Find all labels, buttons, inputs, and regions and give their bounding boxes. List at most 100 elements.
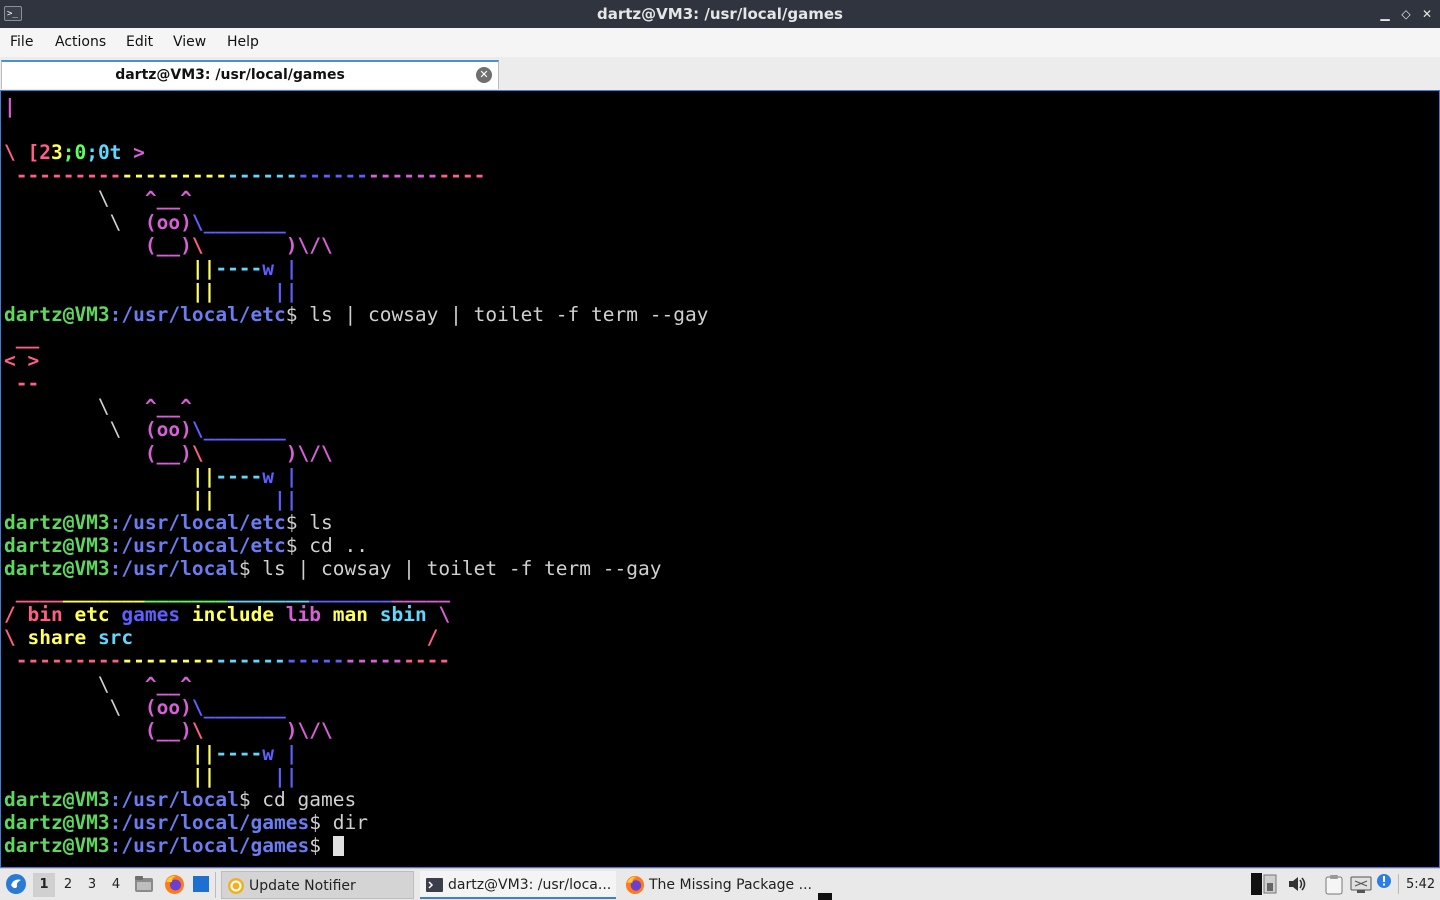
task-label: dartz@VM3: /usr/loca... [448,877,612,893]
terminal-text: \ [191,441,286,465]
tab-close-icon[interactable]: ✕ [476,67,492,83]
taskbar: 1 2 3 4 Update Notifier dartz@VM3: /usr/… [0,868,1440,900]
terminal-text: ------ [367,164,439,188]
terminal-text: :/usr/local/games [109,811,310,835]
terminal-text: :/usr/local [109,788,239,811]
terminal-text: \_______ [191,695,286,719]
workspace-3[interactable]: 3 [81,873,103,897]
firefox-launcher-icon[interactable] [164,874,185,895]
close-window-button[interactable]: ✕ [1418,5,1436,23]
terminal-text: \ [4,141,28,165]
volume-icon[interactable] [1287,875,1307,893]
network-icon[interactable] [1350,875,1372,894]
terminal-line: \ (oo)\_______ [4,418,286,441]
workspace-4[interactable]: 4 [105,873,127,897]
terminal-text: || [191,764,216,788]
menu-actions[interactable]: Actions [55,28,106,57]
terminal-text: _______ [62,580,145,604]
terminal-text: --------- [121,164,228,188]
terminal-text: \ [191,233,286,257]
terminal-text: || [191,279,216,303]
window-titlebar[interactable]: >_ dartz@VM3: /usr/local/games ▁ ◇ ✕ [0,0,1440,28]
start-menu-icon[interactable] [5,873,27,895]
terminal-text: ----- [344,649,404,673]
workspace-2[interactable]: 2 [57,873,79,897]
task-update-notifier[interactable]: Update Notifier [221,871,414,899]
terminal-text: _______ [309,580,392,604]
minimize-button[interactable]: ▁ [1376,5,1394,23]
terminal-text: ---- [403,649,451,673]
terminal-text: / [426,626,439,650]
terminal-text: w | [262,256,298,280]
terminal-line: dartz@VM3:/usr/local/etc$ ls [4,511,333,534]
menu-file[interactable]: File [10,28,33,57]
terminal-text: )\/\ [285,718,333,742]
terminal-line: ---------------------------------------- [4,164,486,188]
tab-bar: dartz@VM3: /usr/local/games ✕ [0,57,1440,91]
terminal-text: | [4,95,16,118]
terminal-text: $ cd games [238,788,357,811]
terminal-text: lib [285,603,333,627]
system-monitor-icon[interactable] [1251,873,1277,895]
terminal-text: ----- [285,649,345,673]
terminal-text: dartz@VM3 [4,788,110,811]
update-notification-icon[interactable] [1376,873,1392,893]
terminal-text: ____ [4,580,63,604]
terminal-text: dartz@VM3 [4,834,110,858]
clock[interactable]: 5:42 [1406,869,1435,900]
terminal-text: dartz@VM3 [4,811,110,835]
terminal-text: || [274,487,298,511]
terminal-line: ||----w | [4,257,298,280]
terminal-text: _______ [144,580,228,604]
file-manager-icon[interactable] [134,875,154,893]
restore-button[interactable]: ◇ [1397,5,1415,23]
terminal-text: $ ls | cowsay | toilet -f term --gay [238,557,662,580]
clipboard-icon[interactable] [1324,874,1344,895]
taskbar-separator [215,872,216,898]
terminal-text: )\/\ [285,233,333,257]
terminal-text: \_______ [191,210,286,234]
terminal-text: --------- [4,164,122,188]
tab-label: dartz@VM3: /usr/local/games [115,67,345,83]
tray-separator [1398,874,1399,894]
terminal-text: ^__^ [144,395,192,419]
terminal-line: dartz@VM3:/usr/local$ cd games [4,788,356,811]
terminal-text: || [274,764,298,788]
task-firefox[interactable]: The Missing Package ... [622,871,818,899]
terminal-text: ;0t [86,141,122,165]
task-terminal[interactable]: dartz@VM3: /usr/loca... [420,871,616,899]
terminal-text: (__) [144,718,192,742]
terminal-line: < > [4,349,39,372]
tab-terminal[interactable]: dartz@VM3: /usr/local/games ✕ [1,60,499,89]
terminal-text: || [191,741,216,765]
menu-help[interactable]: Help [227,28,259,57]
terminal-line: \ (oo)\_______ [4,696,286,719]
menu-edit[interactable]: Edit [126,28,153,57]
terminal-line: \ ^__^ [4,673,192,696]
task-label: The Missing Package ... [649,877,812,893]
menu-view[interactable]: View [173,28,206,57]
workspace-1[interactable]: 1 [33,873,55,897]
terminal-text: --------- [4,649,122,673]
menu-bar: File Actions Edit View Help [0,28,1440,58]
terminal-text: < > [4,349,40,373]
terminal-text: || [191,464,216,488]
terminal-text: \ [4,187,145,211]
show-desktop-icon[interactable] [193,876,209,892]
terminal-text: || [191,256,216,280]
terminal-output[interactable]: | \ [23;0;0t > --------------------------… [0,90,1440,868]
terminal-text: include [191,603,286,627]
terminal-line: (__)\ )\/\ [4,234,333,257]
terminal-text: > [121,141,145,165]
terminal-line: (__)\ )\/\ [4,442,333,465]
terminal-text: -------- [121,649,216,673]
task-label: Update Notifier [249,878,356,894]
terminal-line: | [4,95,16,118]
terminal-text: $ cd .. [285,533,368,557]
terminal-text: share [27,626,98,650]
terminal-line: / bin etc games include lib man sbin \ [4,603,450,626]
terminal-line: || || [4,488,298,511]
